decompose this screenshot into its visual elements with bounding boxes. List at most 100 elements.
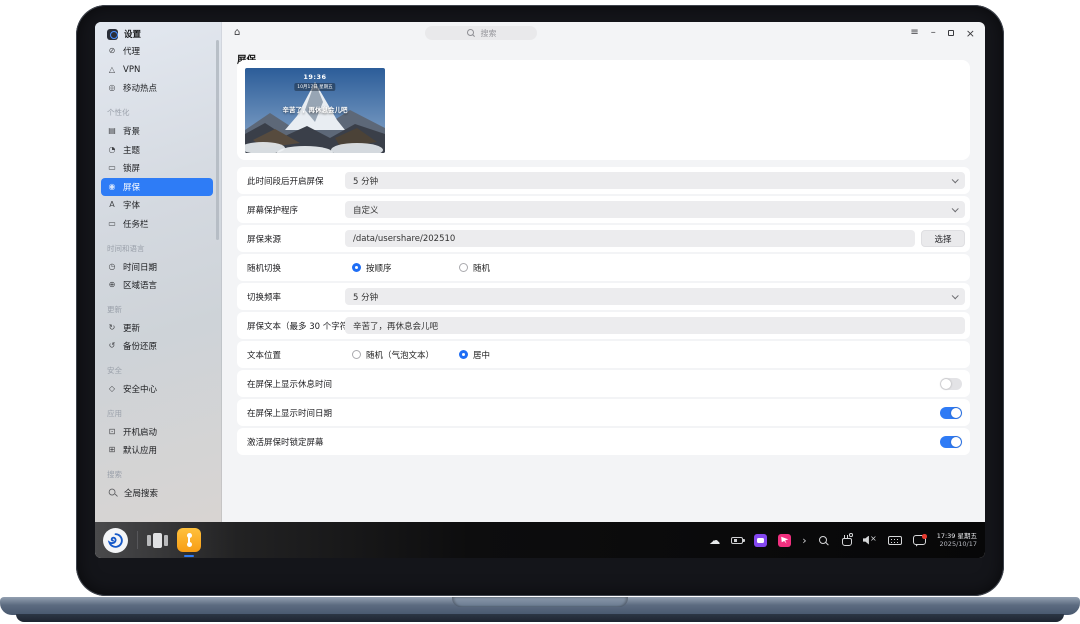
radio-icon [459,263,468,272]
close-icon[interactable]: × [966,28,975,39]
backup-icon: ↺ [107,342,117,350]
idle-delay-select[interactable]: 5 分钟 [345,172,965,189]
window-controls: ≡ – × [910,22,975,44]
cloud-icon[interactable]: ☁ [709,535,720,546]
sidebar-item-vpn[interactable]: △VPN [101,61,213,80]
show-datetime-toggle[interactable] [940,407,962,419]
sidebar-item-global-search[interactable]: 全局搜索 [101,484,213,503]
source-path-value: /data/usershare/202510 [353,234,455,244]
deepin-logo-icon [107,532,124,549]
maximize-icon[interactable] [948,30,954,36]
idle-delay-label: 此时间段后开启屏保 [247,175,324,187]
sidebar-item-startup[interactable]: ⊡开机启动 [101,422,213,441]
tray-expand-chevron-icon[interactable]: › [802,535,806,546]
desktop-screen: 设置 ⊘代理△VPN◎移动热点个性化▤背景◔主题▭锁屏◉屏保A字体▭任务栏时间和… [95,22,985,558]
show-rest-time-label: 在屏保上显示休息时间 [247,378,332,390]
settings-rows: 此时间段后开启屏保5 分钟屏幕保护程序自定义屏保来源/data/usershar… [237,167,970,457]
sidebar-item-label: 屏保 [123,181,140,193]
radio-icon [352,350,361,359]
sidebar-item-label: 主题 [123,144,140,156]
screensaver-program-row: 屏幕保护程序自定义 [237,196,970,223]
lockscreen-icon: ▭ [107,164,117,172]
sidebar-item-language[interactable]: ⊕区域语言 [101,276,213,295]
home-icon[interactable]: ⌂ [234,26,240,40]
system-tray: ☁ › 17:39 星期五2025/10/17 [709,522,977,558]
sidebar-item-theme[interactable]: ◔主题 [101,140,213,159]
switch-frequency-label: 切换频率 [247,291,281,303]
search-icon[interactable] [818,535,829,546]
preview-caption-text: 辛苦了，再休息会儿吧 [245,104,385,114]
toggle-knob [941,379,951,389]
screensaver-text-value: 辛苦了，再休息会儿吧 [353,320,438,332]
sidebar-item-backup[interactable]: ↺备份还原 [101,337,213,356]
sidebar-item-screensaver[interactable]: ◉屏保 [101,178,213,197]
screenshot-stage: 设置 ⊘代理△VPN◎移动热点个性化▤背景◔主题▭锁屏◉屏保A字体▭任务栏时间和… [0,0,1080,624]
search-placeholder: 搜索 [481,28,497,39]
show-rest-time-toggle[interactable] [940,378,962,390]
datetime-icon: ◷ [107,263,117,271]
sidebar-item-lockscreen[interactable]: ▭锁屏 [101,159,213,178]
preview-date-text: 10月17日 星期五 [294,83,335,91]
chevron-down-icon [952,292,959,299]
sidebar-item-hotspot[interactable]: ◎移动热点 [101,79,213,98]
sidebar-item-update[interactable]: ↻ 更新 [101,319,213,338]
sidebar-item-datetime[interactable]: ◷时间日期 [101,257,213,276]
sidebar-item-fonts[interactable]: A字体 [101,196,213,215]
sidebar-section-label: 个性化 [107,104,213,122]
source-path-row: 屏保来源/data/usershare/202510 选择 [237,225,970,252]
lock-on-activate-toggle[interactable] [940,436,962,448]
text-position-option-label: 随机（气泡文本） [366,349,434,361]
settings-app-title: 设置 [124,28,141,40]
sidebar-section-label: 应用 [107,404,213,422]
volume-muted-icon[interactable] [863,535,877,546]
text-position-option-1[interactable]: 居中 [459,349,490,361]
text-position-option-0[interactable]: 随机（气泡文本） [352,349,434,361]
remote-assist-icon[interactable] [778,534,791,547]
sidebar-item-label: 移动热点 [123,82,157,94]
screensaver-text-input[interactable]: 辛苦了，再休息会儿吧 [345,317,965,334]
source-path-input[interactable]: /data/usershare/202510 [345,230,915,247]
switch-frequency-select[interactable]: 5 分钟 [345,288,965,305]
menu-icon[interactable]: ≡ [910,28,918,38]
screensaver-preview-thumbnail[interactable]: 19:36 10月17日 星期五 辛苦了，再休息会儿吧 [245,68,385,153]
sidebar-scrollbar[interactable] [216,40,219,240]
sidebar-item-proxy[interactable]: ⊘代理 [101,42,213,61]
minimize-icon[interactable]: – [931,28,936,38]
sidebar-item-label: 更新 [123,322,140,334]
launcher-icon[interactable] [103,528,128,553]
toggle-knob [951,437,961,447]
sidebar-section-label: 安全 [107,362,213,380]
switch-mode-option-1[interactable]: 随机 [459,262,490,274]
battery-icon[interactable] [731,537,743,544]
source-path-label: 屏保来源 [247,233,281,245]
window-titlebar: ⌂ 搜索 ≡ – × [222,22,985,44]
taskbar-left [103,522,201,558]
notification-icon[interactable] [913,535,926,545]
lock-on-activate-label: 激活屏保时锁定屏幕 [247,436,324,448]
keyboard-icon[interactable] [888,536,902,545]
screen-recorder-icon[interactable] [754,534,767,547]
taskbar-clock[interactable]: 17:39 星期五2025/10/17 [937,532,977,549]
update-icon: ↻ [107,324,117,332]
plug-icon[interactable] [840,534,852,546]
show-rest-time-row: 在屏保上显示休息时间 [237,370,970,397]
search-input[interactable]: 搜索 [425,26,537,40]
default-apps-icon: ⊞ [107,446,117,454]
sidebar-item-taskbar[interactable]: ▭任务栏 [101,215,213,234]
idle-delay-value: 5 分钟 [353,175,378,187]
task-view-icon[interactable] [147,533,168,548]
sidebar-item-security-center[interactable]: ◇安全中心 [101,380,213,399]
active-app-icon[interactable] [177,528,201,552]
sidebar-item-background[interactable]: ▤背景 [101,122,213,141]
screensaver-program-select[interactable]: 自定义 [345,201,965,218]
screensaver-program-value: 自定义 [353,204,379,216]
sidebar-item-default-apps[interactable]: ⊞默认应用 [101,441,213,460]
lock-on-activate-row: 激活屏保时锁定屏幕 [237,428,970,455]
search-icon [466,28,477,39]
radio-selected-icon [352,263,361,272]
proxy-icon: ⊘ [107,47,117,55]
active-app-indicator [184,555,194,557]
switch-mode-option-0[interactable]: 按顺序 [352,262,392,274]
source-path-choose-button[interactable]: 选择 [921,230,965,247]
sidebar-item-label: VPN [123,65,140,75]
